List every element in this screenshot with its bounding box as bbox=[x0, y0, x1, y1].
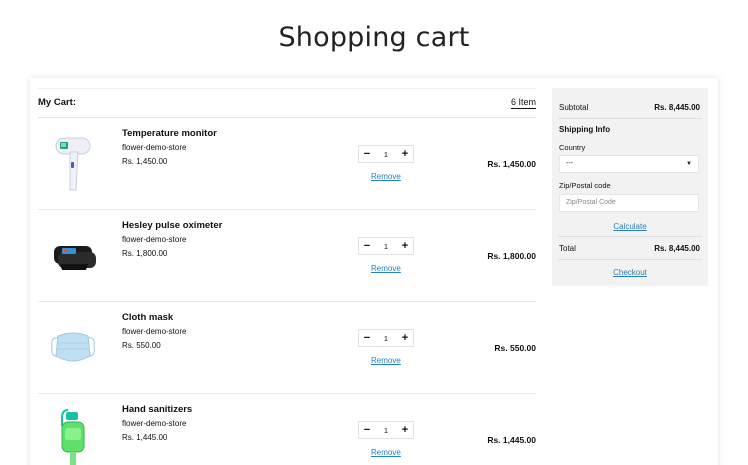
item-price: Rs. 1,800.00 bbox=[122, 249, 168, 258]
order-summary: Subtotal Rs. 8,445.00 Shipping Info Coun… bbox=[552, 88, 708, 286]
face-mask-icon[interactable] bbox=[50, 316, 96, 380]
item-price: Rs. 1,450.00 bbox=[122, 157, 168, 166]
total-label: Total bbox=[559, 244, 576, 253]
item-name[interactable]: Temperature monitor bbox=[122, 128, 217, 139]
remove-item-link[interactable]: Remove bbox=[371, 448, 401, 457]
remove-item-link[interactable]: Remove bbox=[371, 172, 401, 181]
item-line-total: Rs. 1,445.00 bbox=[487, 435, 536, 445]
increase-quantity-button[interactable]: + bbox=[397, 422, 413, 438]
item-price: Rs. 550.00 bbox=[122, 341, 161, 350]
cart-card: My Cart: 6 Item Temperature monitor flow… bbox=[30, 78, 718, 465]
quantity-value[interactable]: 1 bbox=[384, 334, 388, 343]
zip-input[interactable]: Zip/Postal Code bbox=[559, 194, 699, 212]
thermometer-gun-icon[interactable] bbox=[50, 132, 96, 196]
item-price: Rs. 1,445.00 bbox=[122, 433, 168, 442]
item-name[interactable]: Hand sanitizers bbox=[122, 404, 192, 415]
item-store: flower-demo-store bbox=[122, 235, 187, 244]
cart-label: My Cart: bbox=[38, 97, 77, 108]
cart-item: Hesley pulse oximeter flower-demo-store … bbox=[38, 210, 536, 302]
remove-item-link[interactable]: Remove bbox=[371, 264, 401, 273]
quantity-stepper: − 1 + bbox=[358, 421, 414, 439]
quantity-stepper: − 1 + bbox=[358, 237, 414, 255]
quantity-value[interactable]: 1 bbox=[384, 242, 388, 251]
subtotal-label: Subtotal bbox=[559, 103, 589, 112]
checkout-link[interactable]: Checkout bbox=[552, 268, 708, 277]
cart-items-list: Temperature monitor flower-demo-store Rs… bbox=[38, 118, 536, 465]
remove-item-link[interactable]: Remove bbox=[371, 356, 401, 365]
item-name[interactable]: Cloth mask bbox=[122, 312, 173, 323]
item-name[interactable]: Hesley pulse oximeter bbox=[122, 220, 222, 231]
increase-quantity-button[interactable]: + bbox=[397, 238, 413, 254]
item-line-total: Rs. 1,450.00 bbox=[487, 159, 536, 169]
total-value: Rs. 8,445.00 bbox=[654, 244, 700, 253]
country-label: Country bbox=[559, 143, 586, 152]
quantity-stepper: − 1 + bbox=[358, 145, 414, 163]
divider bbox=[558, 118, 702, 119]
subtotal-value: Rs. 8,445.00 bbox=[654, 103, 700, 112]
cart-item: Cloth mask flower-demo-store Rs. 550.00 … bbox=[38, 302, 536, 394]
chevron-down-icon: ▼ bbox=[686, 161, 692, 167]
pulse-oximeter-icon[interactable] bbox=[50, 224, 96, 288]
divider bbox=[558, 259, 702, 260]
country-select[interactable]: --- ▼ bbox=[559, 155, 699, 173]
cart-header: My Cart: 6 Item bbox=[38, 88, 536, 118]
item-store: flower-demo-store bbox=[122, 327, 187, 336]
increase-quantity-button[interactable]: + bbox=[397, 330, 413, 346]
quantity-value[interactable]: 1 bbox=[384, 150, 388, 159]
item-store: flower-demo-store bbox=[122, 419, 187, 428]
calculate-link[interactable]: Calculate bbox=[552, 222, 708, 231]
divider bbox=[558, 236, 702, 237]
cart-item-count[interactable]: 6 Item bbox=[510, 97, 536, 109]
item-store: flower-demo-store bbox=[122, 143, 187, 152]
decrease-quantity-button[interactable]: − bbox=[359, 330, 375, 346]
decrease-quantity-button[interactable]: − bbox=[359, 238, 375, 254]
decrease-quantity-button[interactable]: − bbox=[359, 146, 375, 162]
zip-label: Zip/Postal code bbox=[559, 181, 611, 190]
page-title: Shopping cart bbox=[278, 22, 470, 53]
sanitizer-bottle-icon[interactable] bbox=[50, 408, 96, 465]
increase-quantity-button[interactable]: + bbox=[397, 146, 413, 162]
decrease-quantity-button[interactable]: − bbox=[359, 422, 375, 438]
shipping-info-heading: Shipping Info bbox=[559, 125, 611, 134]
quantity-value[interactable]: 1 bbox=[384, 426, 388, 435]
country-select-value: --- bbox=[566, 160, 573, 167]
item-line-total: Rs. 1,800.00 bbox=[487, 251, 536, 261]
cart-item: Temperature monitor flower-demo-store Rs… bbox=[38, 118, 536, 210]
quantity-stepper: − 1 + bbox=[358, 329, 414, 347]
item-line-total: Rs. 550.00 bbox=[494, 343, 536, 353]
cart-item: Hand sanitizers flower-demo-store Rs. 1,… bbox=[38, 394, 536, 465]
